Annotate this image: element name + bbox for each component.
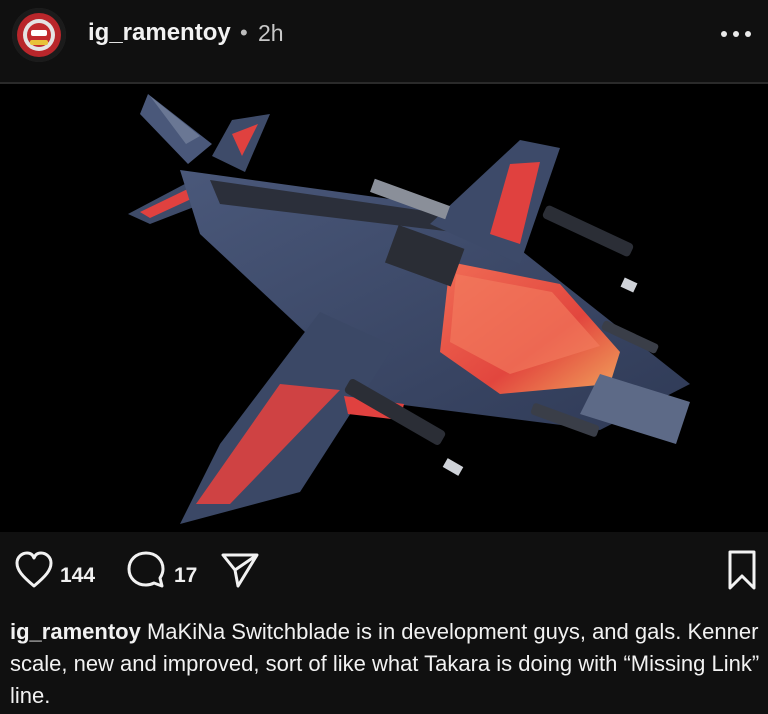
- post-header: ig_ramentoy • 2h: [0, 0, 768, 76]
- comment-count[interactable]: 17: [174, 564, 197, 588]
- post-image[interactable]: [0, 84, 768, 532]
- ramen-toy-logo: [12, 8, 66, 62]
- more-options-icon[interactable]: [716, 14, 756, 54]
- bookmark-icon[interactable]: [724, 548, 760, 597]
- jet-toy-illustration: [128, 94, 690, 524]
- send-icon[interactable]: [218, 548, 262, 597]
- post-actions: 144 17: [0, 548, 768, 608]
- comment-icon[interactable]: [124, 548, 168, 597]
- post-timestamp: 2h: [258, 20, 284, 46]
- caption-username[interactable]: ig_ramentoy: [10, 619, 141, 644]
- like-count[interactable]: 144: [60, 564, 95, 588]
- post-caption: ig_ramentoy MaKiNa Switchblade is in dev…: [10, 616, 760, 712]
- separator-dot: •: [240, 20, 248, 45]
- heart-icon[interactable]: [12, 548, 56, 597]
- avatar[interactable]: [12, 8, 66, 62]
- post-username[interactable]: ig_ramentoy: [88, 19, 231, 47]
